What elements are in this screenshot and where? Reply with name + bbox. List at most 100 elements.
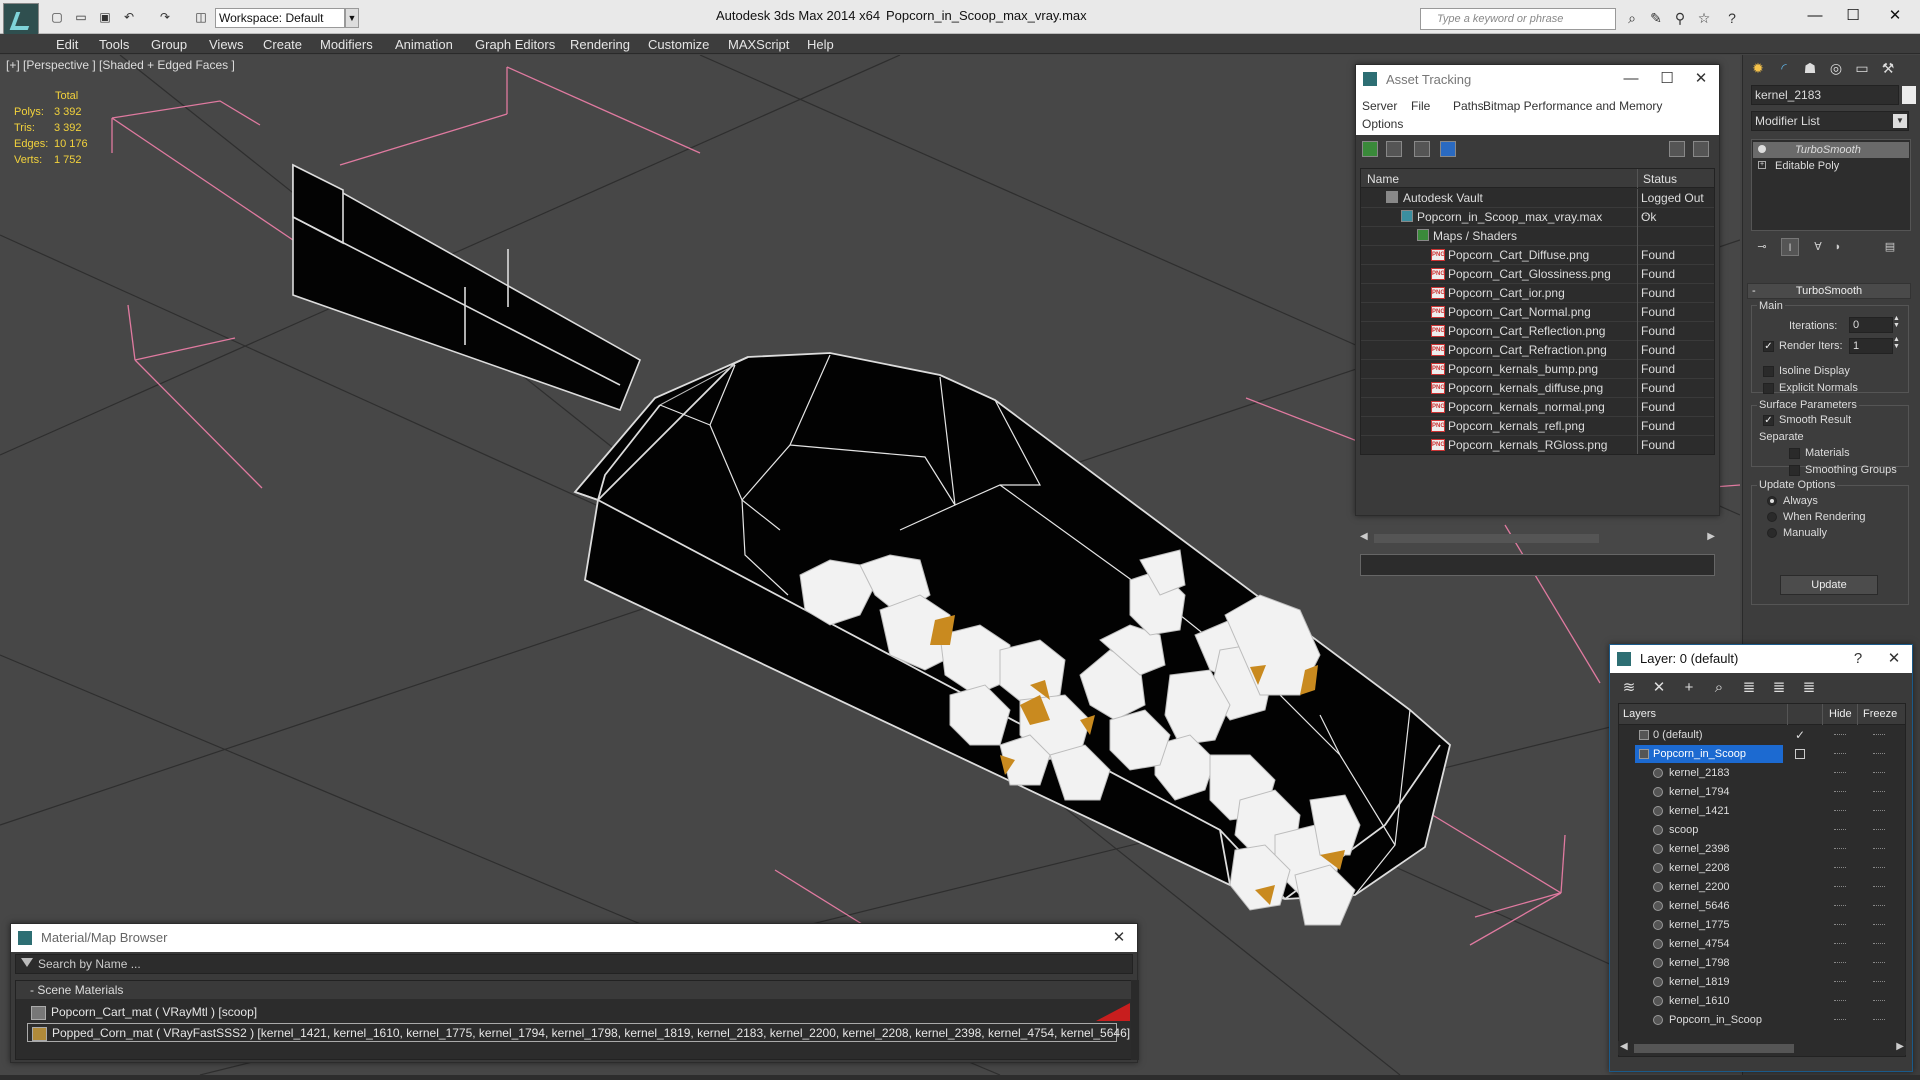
manually-radio[interactable] — [1767, 528, 1777, 538]
isoline-display-checkbox[interactable] — [1763, 366, 1774, 377]
asset-row[interactable]: PNG Popcorn_Cart_ior.png Found — [1361, 284, 1714, 303]
favorites-star-icon[interactable]: ☆ — [1694, 9, 1714, 27]
column-freeze[interactable]: Freeze — [1863, 708, 1897, 720]
menu-create[interactable]: Create — [263, 37, 302, 52]
smooth-result-checkbox[interactable]: ✓ — [1763, 415, 1774, 426]
workspace-dropdown-icon[interactable]: ▼ — [345, 8, 359, 28]
layer-window-titlebar[interactable]: Layer: 0 (default) ? ✕ — [1610, 645, 1912, 673]
delete-layer-icon[interactable]: ✕ — [1650, 679, 1668, 697]
scroll-right-icon[interactable]: ▶ — [1707, 531, 1715, 542]
asset-path-field[interactable] — [1360, 554, 1715, 576]
layer-properties-icon[interactable]: ≋ — [1620, 679, 1638, 697]
stack-item-editable-poly[interactable]: + Editable Poly — [1753, 158, 1909, 174]
scroll-left-icon[interactable]: ◀ — [1360, 531, 1368, 542]
asset-row[interactable]: PNG Popcorn_Cart_Reflection.png Found — [1361, 322, 1714, 341]
stack-item-turbosmooth[interactable]: TurboSmooth — [1753, 142, 1909, 158]
material-item[interactable]: Popcorn_Cart_mat ( VRayMtl ) [scoop] — [27, 1003, 1117, 1022]
close-icon[interactable]: ✕ — [1103, 924, 1135, 952]
asset-row[interactable]: PNG Popcorn_Cart_Refraction.png Found — [1361, 341, 1714, 360]
search-input[interactable]: Type a keyword or phrase — [1420, 8, 1616, 30]
column-status[interactable]: Status — [1643, 172, 1677, 186]
freeze-toggle[interactable] — [1873, 905, 1885, 907]
layer-row[interactable]: kernel_1819 — [1619, 973, 1905, 992]
binoculars-icon[interactable]: ⌕ — [1622, 9, 1642, 27]
freeze-toggle[interactable] — [1873, 791, 1885, 793]
column-hide[interactable]: Hide — [1829, 708, 1852, 720]
modifier-list-dropdown[interactable]: Modifier List — [1751, 111, 1909, 131]
make-unique-icon[interactable]: ∀ — [1809, 238, 1827, 256]
layer-row[interactable]: scoop — [1619, 821, 1905, 840]
iterations-spinner[interactable]: 0 — [1849, 317, 1893, 333]
freeze-toggle[interactable] — [1873, 810, 1885, 812]
material-vertical-scrollbar[interactable] — [1131, 980, 1139, 1060]
menu-customize[interactable]: Customize — [648, 37, 709, 52]
freeze-toggle[interactable] — [1873, 943, 1885, 945]
menu-tools[interactable]: Tools — [99, 37, 129, 52]
menu-edit[interactable]: Edit — [56, 37, 78, 52]
freeze-toggle[interactable] — [1873, 734, 1885, 736]
menu-views[interactable]: Views — [209, 37, 243, 52]
satellite-icon[interactable]: ⚲ — [1670, 9, 1690, 27]
freeze-toggle[interactable] — [1873, 1019, 1885, 1021]
menu-rendering[interactable]: Rendering — [570, 37, 630, 52]
render-iters-spinner[interactable]: 1 — [1849, 338, 1893, 354]
freeze-toggle[interactable] — [1873, 829, 1885, 831]
hide-toggle[interactable] — [1834, 905, 1846, 907]
scroll-right-icon[interactable]: ▶ — [1896, 1041, 1904, 1052]
maximize-icon[interactable]: ☐ — [1651, 65, 1683, 93]
hide-toggle[interactable] — [1834, 867, 1846, 869]
layer-row[interactable]: 0 (default) ✓ — [1619, 726, 1905, 745]
turbosmooth-rollout-header[interactable]: - TurboSmooth — [1747, 283, 1911, 299]
asset-menu-paths[interactable]: Paths — [1453, 99, 1484, 113]
chevron-down-icon[interactable]: ▼ — [1893, 114, 1907, 128]
create-tab-icon[interactable]: ✹ — [1747, 57, 1769, 79]
asset-menu-options[interactable]: Options — [1362, 117, 1403, 131]
hide-toggle[interactable] — [1834, 753, 1846, 755]
app-logo-icon[interactable] — [3, 3, 39, 37]
layer-row[interactable]: kernel_2200 — [1619, 878, 1905, 897]
hide-toggle[interactable] — [1834, 962, 1846, 964]
menu-group[interactable]: Group — [151, 37, 187, 52]
asset-menu-server[interactable]: Server — [1362, 99, 1397, 113]
menu-animation[interactable]: Animation — [395, 37, 453, 52]
render-iters-checkbox[interactable]: ✓ — [1763, 341, 1774, 352]
create-layer-icon[interactable]: + — [1680, 679, 1698, 697]
freeze-toggle[interactable] — [1873, 1000, 1885, 1002]
vault-help-icon[interactable] — [1669, 141, 1685, 157]
menu-maxscript[interactable]: MAXScript — [728, 37, 789, 52]
table-view-icon[interactable] — [1440, 141, 1456, 157]
display-tab-icon[interactable]: ▭ — [1851, 57, 1873, 79]
freeze-toggle[interactable] — [1873, 867, 1885, 869]
asset-row[interactable]: Popcorn_in_Scoop_max_vray.max Ok — [1361, 208, 1714, 227]
menu-help[interactable]: Help — [807, 37, 834, 52]
configure-modifier-sets-icon[interactable]: ▤ — [1881, 238, 1899, 256]
layer-row[interactable]: kernel_2208 — [1619, 859, 1905, 878]
freeze-toggle[interactable] — [1873, 981, 1885, 983]
material-browser-titlebar[interactable]: Material/Map Browser ✕ — [11, 924, 1137, 952]
motion-tab-icon[interactable]: ◎ — [1825, 57, 1847, 79]
material-search-input[interactable]: Search by Name ... — [15, 954, 1133, 974]
hide-toggle[interactable] — [1834, 734, 1846, 736]
object-color-swatch[interactable] — [1902, 86, 1916, 104]
show-end-result-icon[interactable]: I — [1781, 238, 1799, 256]
modify-tab-icon[interactable]: ◜ — [1773, 57, 1795, 79]
hide-toggle[interactable] — [1834, 1019, 1846, 1021]
material-item[interactable]: Popped_Corn_mat ( VRayFastSSS2 ) [kernel… — [27, 1023, 1130, 1042]
asset-row[interactable]: PNG Popcorn_kernals_RGloss.png Found — [1361, 436, 1714, 454]
expand-plus-icon[interactable]: + — [1758, 161, 1766, 169]
close-icon[interactable]: ✕ — [1880, 5, 1910, 27]
hide-toggle[interactable] — [1834, 848, 1846, 850]
layer-row[interactable]: kernel_2183 — [1619, 764, 1905, 783]
scene-materials-group[interactable]: - Scene Materials — [16, 981, 1134, 999]
active-layer-check-icon[interactable]: ✓ — [1795, 728, 1805, 742]
always-radio[interactable] — [1767, 496, 1777, 506]
layer-row[interactable]: kernel_1421 — [1619, 802, 1905, 821]
freeze-toggle[interactable] — [1873, 848, 1885, 850]
materials-checkbox[interactable] — [1789, 448, 1800, 459]
layer-row[interactable]: kernel_1610 — [1619, 992, 1905, 1011]
minimize-icon[interactable]: — — [1615, 65, 1647, 93]
when-rendering-radio[interactable] — [1767, 512, 1777, 522]
project-folder-icon[interactable]: ◫ — [192, 9, 210, 25]
help-icon[interactable]: ? — [1842, 645, 1874, 673]
asset-tracking-titlebar[interactable]: Asset Tracking — ☐ ✕ — [1356, 65, 1719, 95]
